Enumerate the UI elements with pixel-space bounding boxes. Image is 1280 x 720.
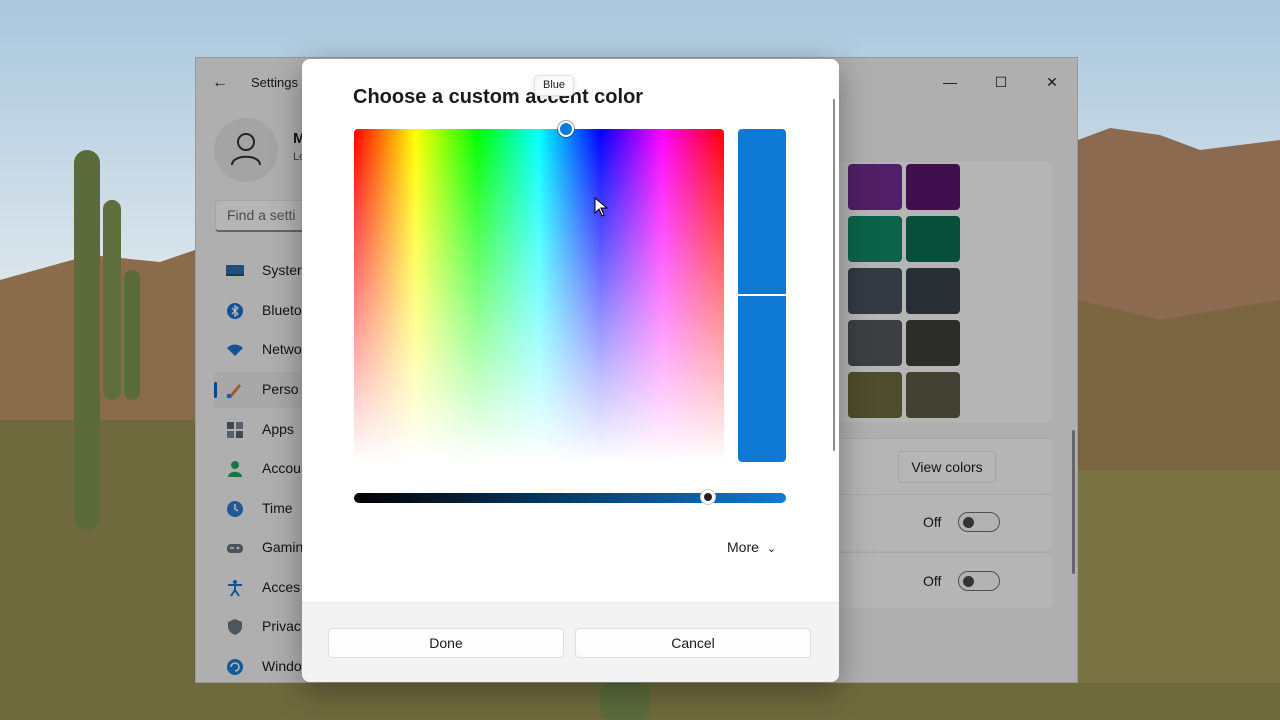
more-button[interactable]: More ⌄	[727, 539, 776, 563]
preview-new-color	[738, 129, 786, 296]
preview-divider	[738, 294, 786, 296]
custom-color-dialog: Choose a custom accent color Blue More ⌄ …	[302, 59, 839, 682]
spectrum-handle[interactable]	[558, 121, 574, 137]
more-label: More	[727, 539, 759, 555]
color-preview	[738, 129, 786, 462]
chevron-down-icon: ⌄	[766, 543, 777, 555]
preview-old-color	[738, 295, 786, 462]
cancel-button[interactable]: Cancel	[575, 628, 811, 658]
color-name-tooltip: Blue	[534, 75, 575, 96]
done-button[interactable]: Done	[328, 628, 564, 658]
dialog-title: Choose a custom accent color	[353, 86, 644, 108]
mouse-cursor-icon	[594, 197, 608, 217]
dialog-scrollbar[interactable]	[833, 99, 835, 451]
dialog-footer: Done Cancel	[302, 602, 839, 682]
color-spectrum[interactable]	[354, 129, 724, 462]
brightness-slider[interactable]	[354, 493, 786, 503]
